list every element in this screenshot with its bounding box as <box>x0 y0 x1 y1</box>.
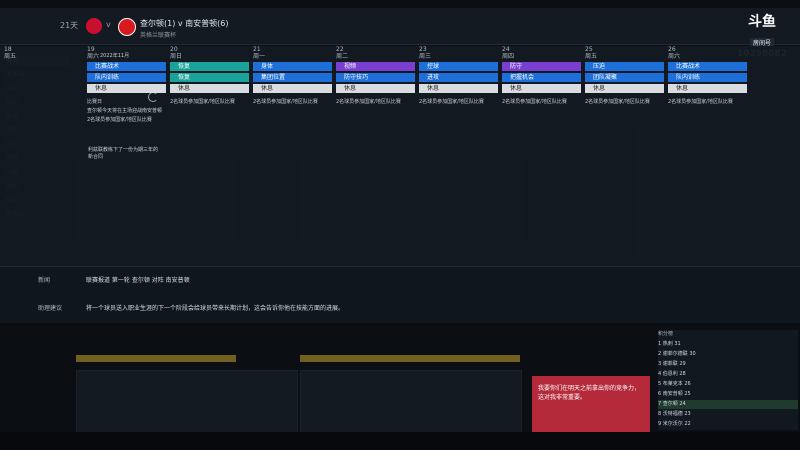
month-label: 2022年11月 <box>100 53 130 59</box>
training-session[interactable]: 休息 <box>87 84 166 93</box>
bottom-strip <box>0 432 800 450</box>
calendar-day-23[interactable]: 23 周三控球进攻休息 2名球员参加国家/地区队比赛 <box>419 46 500 266</box>
training-session[interactable]: 队内训练 <box>668 73 747 82</box>
day-note: 2名球员参加国家/地区队比赛 <box>336 99 401 105</box>
day-header: 21 周一 <box>253 46 266 60</box>
assistant-popup[interactable]: 我要你们在明天之前拿出你的竞争力，这对我非常重要。 <box>532 376 650 432</box>
day-header: 20 周日 <box>170 46 183 60</box>
training-session[interactable]: 身体 <box>253 62 332 71</box>
training-session[interactable]: 把握机会 <box>502 73 581 82</box>
training-session[interactable]: 团队凝聚 <box>585 73 664 82</box>
news-card <box>76 370 298 434</box>
news-text[interactable]: 联赛报道 第一轮 查尔顿 对阵 南安普顿 <box>86 275 190 284</box>
calendar-day-24[interactable]: 24 周四防守把握机会休息 2名球员参加国家/地区队比赛 <box>502 46 583 266</box>
training-session[interactable]: 防守技巧 <box>336 73 415 82</box>
day-note: 2名球员参加国家/地区队比赛 <box>170 99 235 105</box>
training-session[interactable]: 集团位置 <box>253 73 332 82</box>
training-session[interactable]: 比赛战术 <box>87 62 166 71</box>
info-panel: 新闻 联赛报道 第一轮 查尔顿 对阵 南安普顿 助理建议 将一个球员送入职业生涯… <box>0 266 800 323</box>
card-divider <box>300 355 520 362</box>
table-row[interactable]: 4 伯恩利 28 <box>658 370 798 379</box>
table-row[interactable]: 7 查尔顿 24 <box>658 400 798 409</box>
table-row[interactable]: 8 沃特福德 23 <box>658 410 798 419</box>
calendar-day-18[interactable]: 18 周五 <box>4 46 85 266</box>
top-bar: 21天 v 查尔顿(1) v 南安普顿(6) 英格兰联赛杯 斗鱼 房间号 102… <box>0 8 800 59</box>
training-session[interactable]: 比赛战术 <box>668 62 747 71</box>
advice-label: 助理建议 <box>38 305 63 312</box>
table-header: 积分榜 <box>658 331 674 337</box>
training-session[interactable]: 防守 <box>502 62 581 71</box>
training-session[interactable]: 控球 <box>419 62 498 71</box>
news-label: 新闻 <box>38 277 51 284</box>
table-row[interactable]: 5 布莱克本 26 <box>658 380 798 389</box>
training-session[interactable]: 休息 <box>253 84 332 93</box>
match-title[interactable]: 查尔顿(1) v 南安普顿(6) <box>140 18 228 29</box>
calendar-day-21[interactable]: 21 周一身体集团位置休息 2名球员参加国家/地区队比赛 <box>253 46 334 266</box>
day-note: 2名球员参加国家/地区队比赛 <box>87 117 152 123</box>
day-note: 2名球员参加国家/地区队比赛 <box>253 99 318 105</box>
day-header: 25 周五 <box>585 46 598 60</box>
day-note: 2名球员参加国家/地区队比赛 <box>585 99 650 105</box>
calendar-day-25[interactable]: 25 周五压迫团队凝聚休息 2名球员参加国家/地区队比赛 <box>585 46 666 266</box>
day-header: 24 周四 <box>502 46 515 60</box>
training-session[interactable]: 进攻 <box>419 73 498 82</box>
table-row[interactable]: 3 谢菲联 29 <box>658 360 798 369</box>
training-session[interactable]: 恢复 <box>170 62 249 71</box>
training-session[interactable]: 休息 <box>502 84 581 93</box>
day-header: 26 周六 <box>668 46 681 60</box>
game-window: 21天 v 查尔顿(1) v 南安普顿(6) 英格兰联赛杯 斗鱼 房间号 102… <box>0 0 800 450</box>
table-row[interactable]: 9 米尔沃尔 22 <box>658 420 798 429</box>
training-session[interactable]: 休息 <box>668 84 747 93</box>
league-table: 积分榜 1 热刺 31 2 谢菲尔德联 30 3 谢菲联 29 4 伯恩利 28 5 布… <box>658 330 798 430</box>
charlton-crest-icon <box>86 18 102 34</box>
day-note: 查尔顿今天将在主场迎战南安普顿 <box>87 108 163 114</box>
calendar-day-26[interactable]: 26 周六比赛战术队内训练休息 2名球员参加国家/地区队比赛 <box>668 46 749 266</box>
advice-text: 将一个球员送入职业生涯的下一个阶段会给球员带来长期计划，这会告诉你他在技能方面的… <box>86 305 345 312</box>
day-note: 2名球员参加国家/地区队比赛 <box>419 99 484 105</box>
table-row[interactable]: 2 谢菲尔德联 30 <box>658 350 798 359</box>
day-note: 2名球员参加国家/地区队比赛 <box>502 99 567 105</box>
training-session[interactable]: 休息 <box>419 84 498 93</box>
training-session[interactable]: 休息 <box>336 84 415 93</box>
table-row[interactable]: 6 南安普顿 25 <box>658 390 798 399</box>
day-header: 18 周五 <box>4 46 17 60</box>
calendar-day-20[interactable]: 20 周日 恢复 恢复 休息 2名球员参加国家/地区队比赛 <box>170 46 251 266</box>
news-tip: 利兹联教练下了一份为期三年的新合同 <box>88 147 159 160</box>
calendar-day-22[interactable]: 22 周二视频防守技巧休息 2名球员参加国家/地区队比赛 <box>336 46 417 266</box>
day-header: 22 周二 <box>336 46 349 60</box>
training-session[interactable]: 恢复 <box>170 73 249 82</box>
training-session[interactable]: 压迫 <box>585 62 664 71</box>
table-row[interactable]: 1 热刺 31 <box>658 340 798 349</box>
schedule-calendar: 18 周五 19 周六 比赛战术 队内训练 休息 比赛日 查尔顿今天将在主场迎战南安普顿 2名… <box>0 46 800 266</box>
training-session[interactable]: 休息 <box>585 84 664 93</box>
day-note: 2名球员参加国家/地区队比赛 <box>668 99 733 105</box>
match-subtitle: 英格兰联赛杯 <box>140 32 177 39</box>
day-header: 19 周六 <box>87 46 100 60</box>
southampton-crest-icon <box>118 18 136 36</box>
training-session[interactable]: 休息 <box>170 84 249 93</box>
days-remaining: 21天 <box>60 21 79 30</box>
popup-text: 我要你们在明天之前拿出你的竞争力，这对我非常重要。 <box>538 385 641 401</box>
card-divider <box>76 355 236 362</box>
stream-brand: 斗鱼 <box>748 14 776 30</box>
training-session[interactable]: 视频 <box>336 62 415 71</box>
news-card <box>300 370 522 434</box>
day-header: 23 周三 <box>419 46 432 60</box>
training-session[interactable]: 队内训练 <box>87 73 166 82</box>
day-note: 比赛日 <box>87 99 103 105</box>
